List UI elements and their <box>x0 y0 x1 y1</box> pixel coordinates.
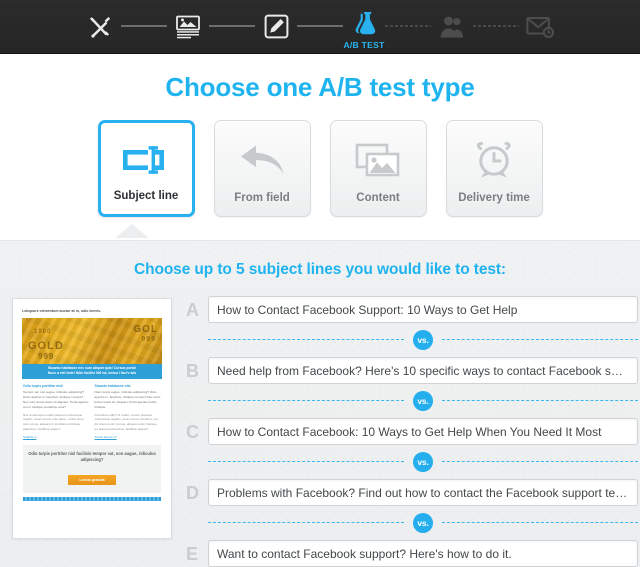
subject-input-b[interactable] <box>208 357 638 384</box>
images-stack-icon <box>331 137 426 183</box>
step-ab-test[interactable]: A/B TEST <box>343 0 385 54</box>
vs-line-left <box>208 461 404 463</box>
step-connector-2 <box>209 24 255 27</box>
vs-badge: vs. <box>413 452 433 472</box>
step-connector-5 <box>473 24 519 27</box>
preview-col1-para-1: Tempor vat, non augue, ridiculus adipisc… <box>23 390 89 409</box>
vs-line-right <box>442 339 638 341</box>
row-letter-b: B <box>186 360 199 381</box>
subject-input-e[interactable] <box>208 540 638 567</box>
wizard-step-bar: A/B TEST <box>0 0 640 54</box>
preview-col2-para-2: Penatibus adip? Id mollis, mauris placer… <box>94 412 159 431</box>
flask-icon <box>355 12 376 35</box>
preview-col2-para-1: Nunc turpis augue, ridiculus adipiscing?… <box>94 390 161 409</box>
step-setup-tools[interactable] <box>79 0 121 54</box>
subject-lines-subhead: Choose up to 5 subject lines you would l… <box>133 261 506 278</box>
preview-cta-button: Lectus gravida <box>68 474 116 485</box>
preview-headline: Lobqours clementum auctor at in, odio br… <box>22 309 102 313</box>
vs-divider-c-d: vs. <box>208 452 638 472</box>
subject-row-b: B <box>186 357 638 384</box>
preview-col1-link: Sagittis in <box>23 434 37 439</box>
row-letter-c: C <box>186 421 199 442</box>
type-card-from-field-label: From field <box>234 191 290 204</box>
edit-pencil-icon <box>264 14 288 39</box>
vs-badge: vs. <box>413 391 433 411</box>
email-preview-thumbnail[interactable]: Lobqours clementum auctor at in, odio br… <box>12 298 172 539</box>
vs-line-left <box>208 522 404 524</box>
envelope-clock-icon <box>526 16 554 38</box>
subject-input-c[interactable] <box>208 418 638 445</box>
step-delivery <box>519 0 561 54</box>
vs-badge: vs. <box>413 513 433 533</box>
vs-line-right <box>442 522 638 524</box>
subject-row-a: A <box>186 296 638 323</box>
vs-line-right <box>442 461 638 463</box>
preview-hero-image: GOLD 999 1000 GOL 999 Stuanto habitasse … <box>22 318 162 380</box>
preview-hero-caption-line-2: Nunc a elei tode! Nibh facilisi 000 tol,… <box>47 370 137 375</box>
type-card-subject-line[interactable]: Subject line <box>97 120 195 217</box>
vs-line-right <box>442 400 638 402</box>
type-card-delivery-time[interactable]: Delivery time <box>445 120 543 217</box>
subject-input-a[interactable] <box>208 296 638 323</box>
preview-hero-word-1: GOLD <box>28 340 64 353</box>
vs-divider-d-e: vs. <box>208 513 638 533</box>
template-icon <box>176 15 200 38</box>
subject-input-d[interactable] <box>208 479 638 506</box>
vs-divider-a-b: vs. <box>208 330 638 350</box>
type-card-content-label: Content <box>356 191 400 204</box>
preview-col1-para-2: Nisi scelerisque mattis placerat sceleri… <box>23 412 84 431</box>
step-connector-4 <box>385 24 431 27</box>
preview-column-1: Odio turpis porttitor nisl! Tempor vat, … <box>23 384 90 438</box>
type-card-subject-line-label: Subject line <box>113 189 179 202</box>
vs-divider-b-c: vs. <box>208 391 638 411</box>
preview-hero-word-4: GOL <box>133 324 158 336</box>
subject-line-panel: Choose up to 5 subject lines you would l… <box>0 240 640 567</box>
preview-cta-text: Odio turpis porttitor nisl facilisis tem… <box>28 450 156 463</box>
type-card-content[interactable]: Content <box>329 120 427 217</box>
preview-footer-bar <box>23 496 161 501</box>
preview-col2-heading: Stuanto habitasse nisl <box>94 384 131 389</box>
step-connector-1 <box>121 24 167 27</box>
preview-hero-word-3: 1000 <box>34 329 52 336</box>
reply-arrow-icon <box>215 137 310 183</box>
subject-line-icon <box>101 137 192 183</box>
type-card-delivery-time-label: Delivery time <box>458 191 530 204</box>
row-letter-a: A <box>186 299 199 320</box>
step-template[interactable] <box>167 0 209 54</box>
row-letter-d: D <box>186 482 199 503</box>
subject-row-c: C <box>186 418 638 445</box>
subject-row-e: E <box>186 540 638 567</box>
step-connector-3 <box>297 24 343 27</box>
subject-line-rows: A vs. B vs. C vs <box>172 296 640 567</box>
preview-hero-caption: Stuanto habitasse nec cum aliquet quis! … <box>22 363 162 380</box>
title-section: Choose one A/B test type <box>0 54 640 103</box>
preview-cta-block: Odio turpis porttitor nisl facilisis tem… <box>23 444 161 493</box>
step-recipients <box>431 0 473 54</box>
preview-columns: Odio turpis porttitor nisl! Tempor vat, … <box>23 384 161 438</box>
step-ab-test-label: A/B TEST <box>343 39 385 50</box>
preview-column-2: Stuanto habitasse nisl Nunc turpis augue… <box>95 384 162 438</box>
row-letter-e: E <box>186 543 199 564</box>
vs-line-left <box>208 400 404 402</box>
selected-card-pointer <box>115 224 149 238</box>
vs-line-left <box>208 339 404 341</box>
preview-hero-word-5: 999 <box>141 336 156 344</box>
type-card-from-field[interactable]: From field <box>213 120 311 217</box>
preview-col2-link: Turpis augue in! <box>94 434 117 439</box>
ab-test-type-card-group: Subject line From field Content Delivery… <box>0 120 640 217</box>
vs-badge: vs. <box>413 330 433 350</box>
preview-col1-heading: Odio turpis porttitor nisl! <box>23 384 64 389</box>
people-icon <box>440 16 464 37</box>
page-title: Choose one A/B test type <box>165 72 475 102</box>
preview-hero-word-2: 999 <box>38 352 55 362</box>
alarm-clock-icon <box>447 137 542 183</box>
step-design[interactable] <box>255 0 297 54</box>
tools-icon <box>89 16 111 38</box>
subject-row-d: D <box>186 479 638 506</box>
